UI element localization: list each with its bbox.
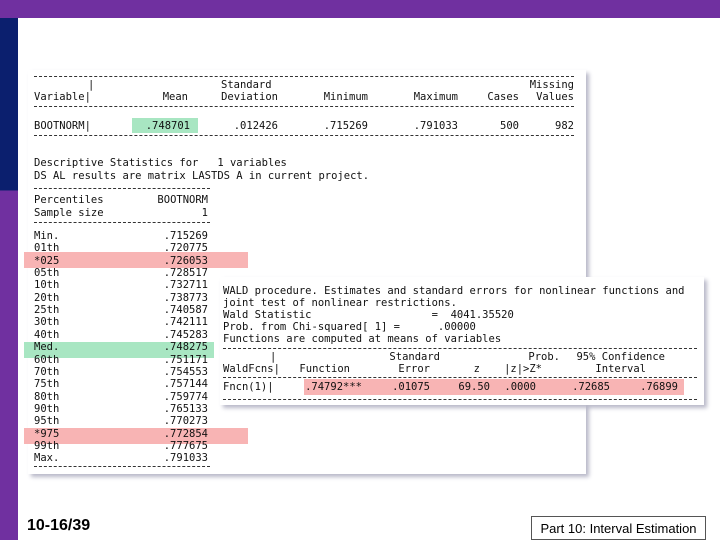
wald-line-5: Functions are computed at means of varia… [223, 333, 502, 345]
percentile-value: .748275 [163, 341, 208, 354]
percentile-label: 95th [34, 415, 60, 428]
row-deviation: .012426 [233, 120, 278, 132]
wald-row-error: .01075 [392, 381, 430, 393]
header1-missing: Missing [529, 79, 574, 91]
wald-row-function: .74792*** [305, 381, 362, 393]
header2-maximum: Maximum [413, 91, 458, 103]
wald-header2-z: z [473, 363, 480, 375]
percentile-value: .757144 [163, 378, 208, 391]
percentile-value: .770273 [163, 415, 208, 428]
header2-mean: Mean [162, 91, 188, 103]
percentile-label: 80th [34, 390, 60, 403]
header1-sep: | [88, 79, 95, 91]
percentile-value: .720775 [163, 242, 208, 255]
row-values: 982 [555, 120, 574, 132]
rule-top [34, 76, 574, 77]
percentile-label: 01th [34, 242, 60, 255]
percentile-label: Med. [34, 341, 60, 354]
header2-values: Values [536, 91, 574, 103]
percentile-value: .715269 [163, 230, 208, 242]
wald-line-4: Prob. from Chi-squared[ 1] = .00000 [223, 321, 476, 333]
row-cases: 500 [500, 120, 519, 132]
wald-header2-fcns: WaldFcns| [223, 363, 280, 375]
percentile-label: 25th [34, 304, 60, 317]
percentile-value: .754553 [163, 365, 208, 378]
wald-line-2: joint test of nonlinear restrictions. [223, 297, 457, 309]
wald-rule-top [223, 348, 697, 349]
percentile-label: 99th [34, 439, 60, 452]
rule-header [34, 106, 574, 107]
percentile-value: .765133 [163, 402, 208, 415]
wald-row-z: 69.50 [458, 381, 490, 393]
percentile-value: .738773 [163, 291, 208, 304]
wald-line-3: Wald Statistic = 4041.35520 [223, 309, 514, 321]
wald-rule-header [223, 377, 697, 378]
percentile-value: .732711 [163, 279, 208, 292]
percentile-label: 30th [34, 316, 60, 329]
percentile-value: .745283 [163, 328, 208, 341]
slide-number: 10-16/39 [27, 517, 91, 534]
percentile-label: 60th [34, 353, 60, 366]
percentile-value: .728517 [163, 267, 208, 280]
percentile-value: .791033 [163, 452, 208, 465]
wald-header2-pz: |z|>Z* [504, 363, 542, 375]
percentile-label: 90th [34, 402, 60, 415]
wald-header1-confidence: 95% Confidence [576, 351, 665, 363]
row-variable: BOOTNORM| [34, 120, 91, 132]
header2-cases: Cases [487, 91, 519, 103]
header2-variable: Variable| [34, 91, 91, 103]
pct-header-percentiles: Percentiles [34, 194, 104, 206]
wald-row-lower: .72685 [572, 381, 610, 393]
percentile-label: 05th [34, 267, 60, 280]
percentile-label: Max. [34, 452, 60, 465]
row-mean: .748701 [145, 120, 190, 132]
pct-header-bootnorm: BOOTNORM [157, 194, 208, 206]
percentile-value: .772854 [163, 427, 208, 440]
percentile-value: .751171 [163, 353, 208, 366]
left-accent-bar [0, 18, 18, 540]
wald-header1-prob: Prob. [528, 351, 560, 363]
wald-header2-function: Function [299, 363, 350, 375]
percentile-label: 40th [34, 328, 60, 341]
header2-deviation: Deviation [221, 91, 278, 103]
percentile-label: 75th [34, 378, 60, 391]
wald-header1-sep: | [270, 351, 277, 363]
row-minimum: .715269 [323, 120, 368, 132]
percentile-value: .740587 [163, 304, 208, 317]
percentile-label: Min. [34, 230, 60, 242]
wald-line-1: WALD procedure. Estimates and standard e… [223, 285, 685, 297]
header1-standard: Standard [221, 79, 272, 91]
pct-header-sample-size: Sample size [34, 207, 104, 219]
percentile-value: .777675 [163, 439, 208, 452]
wald-rule-bottom [223, 399, 697, 400]
top-accent-bar [0, 0, 720, 18]
header2-minimum: Minimum [323, 91, 368, 103]
wald-row-fncn: Fncn(1)| [223, 381, 274, 393]
row-maximum: .791033 [413, 120, 458, 132]
percentile-value: .726053 [163, 254, 208, 267]
descriptive-stats-output: | Standard Missing Variable| Mean Deviat… [24, 70, 586, 474]
pct-header-sample-count: 1 [201, 207, 208, 219]
desc-line-2: DS AL results are matrix LASTDS A in cur… [34, 170, 370, 182]
wald-header2-error: Error [398, 363, 430, 375]
wald-procedure-output: WALD procedure. Estimates and standard e… [220, 277, 704, 405]
percentile-label: 10th [34, 279, 60, 292]
percentile-value: .742111 [163, 316, 208, 329]
wald-row-prob: .0000 [504, 381, 536, 393]
percentile-label: 70th [34, 365, 60, 378]
percentile-label: 20th [34, 291, 60, 304]
wald-header2-interval: Interval [595, 363, 646, 375]
footer-title-box: Part 10: Interval Estimation [531, 516, 706, 540]
percentile-label: *975 [34, 427, 60, 440]
desc-line-1: Descriptive Statistics for 1 variables [34, 157, 287, 169]
percentile-label: *025 [34, 254, 60, 267]
percentile-value: .759774 [163, 390, 208, 403]
rule-pct-bottom [34, 466, 210, 467]
footer-title: Part 10: Interval Estimation [540, 520, 697, 536]
rule-pct-top [34, 188, 210, 189]
rule-pct-header [34, 222, 210, 223]
rule-data [34, 135, 574, 136]
wald-row-upper: .76899 [640, 381, 678, 393]
wald-header1-standard: Standard [389, 351, 440, 363]
